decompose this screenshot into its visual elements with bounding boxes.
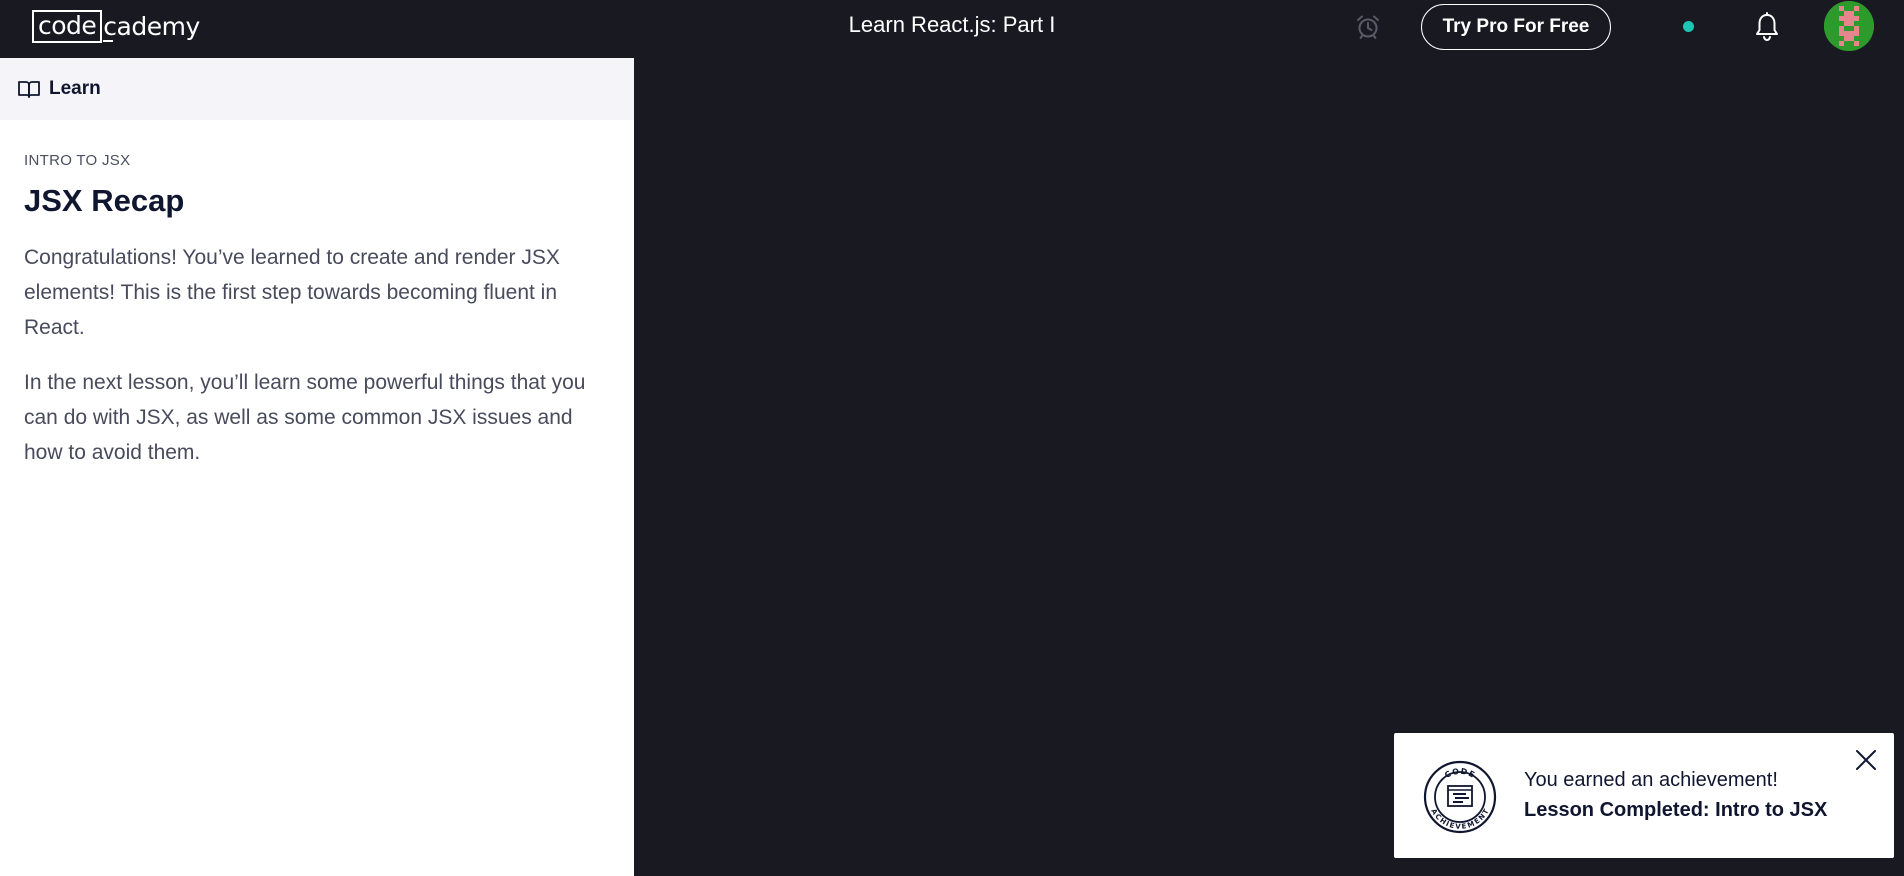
book-icon — [18, 81, 40, 98]
logo-boxed-text: code — [32, 10, 103, 43]
lesson-title: JSX Recap — [24, 183, 185, 218]
status-indicator-dot — [1683, 21, 1694, 32]
lesson-paragraph: In the next lesson, you’ll learn some po… — [24, 371, 586, 464]
tab-learn-label: Learn — [49, 78, 101, 99]
user-avatar[interactable] — [1824, 1, 1874, 51]
bell-icon[interactable] — [1754, 12, 1780, 42]
avatar-pixel-art — [1824, 1, 1874, 51]
svg-text:CODE: CODE — [1443, 767, 1477, 780]
logo-rest-text: cademy — [103, 11, 200, 42]
achievement-title: Lesson Completed: Intro to JSX — [1524, 799, 1828, 821]
alarm-clock-icon[interactable] — [1355, 14, 1381, 40]
try-pro-button[interactable]: Try Pro For Free — [1421, 4, 1611, 50]
course-title: Learn React.js: Part I — [848, 12, 1056, 37]
codecademy-logo[interactable]: code cademy — [32, 10, 200, 43]
achievement-toast: CODE ACHIEVEMENT You earned an achieveme… — [1394, 733, 1894, 858]
top-navigation-bar: code cademy Learn React.js: Part I Try Pr… — [0, 0, 1904, 58]
close-icon[interactable] — [1853, 747, 1879, 773]
lesson-panel: Learn INTRO TO JSX JSX Recap Congratulat… — [0, 58, 634, 876]
lesson-eyebrow: INTRO TO JSX — [24, 152, 131, 169]
achievement-badge-icon: CODE ACHIEVEMENT — [1423, 760, 1497, 834]
tab-learn[interactable]: Learn — [0, 58, 634, 120]
lesson-paragraph: Congratulations! You’ve learned to creat… — [24, 246, 560, 339]
achievement-message: You earned an achievement! — [1524, 769, 1778, 791]
